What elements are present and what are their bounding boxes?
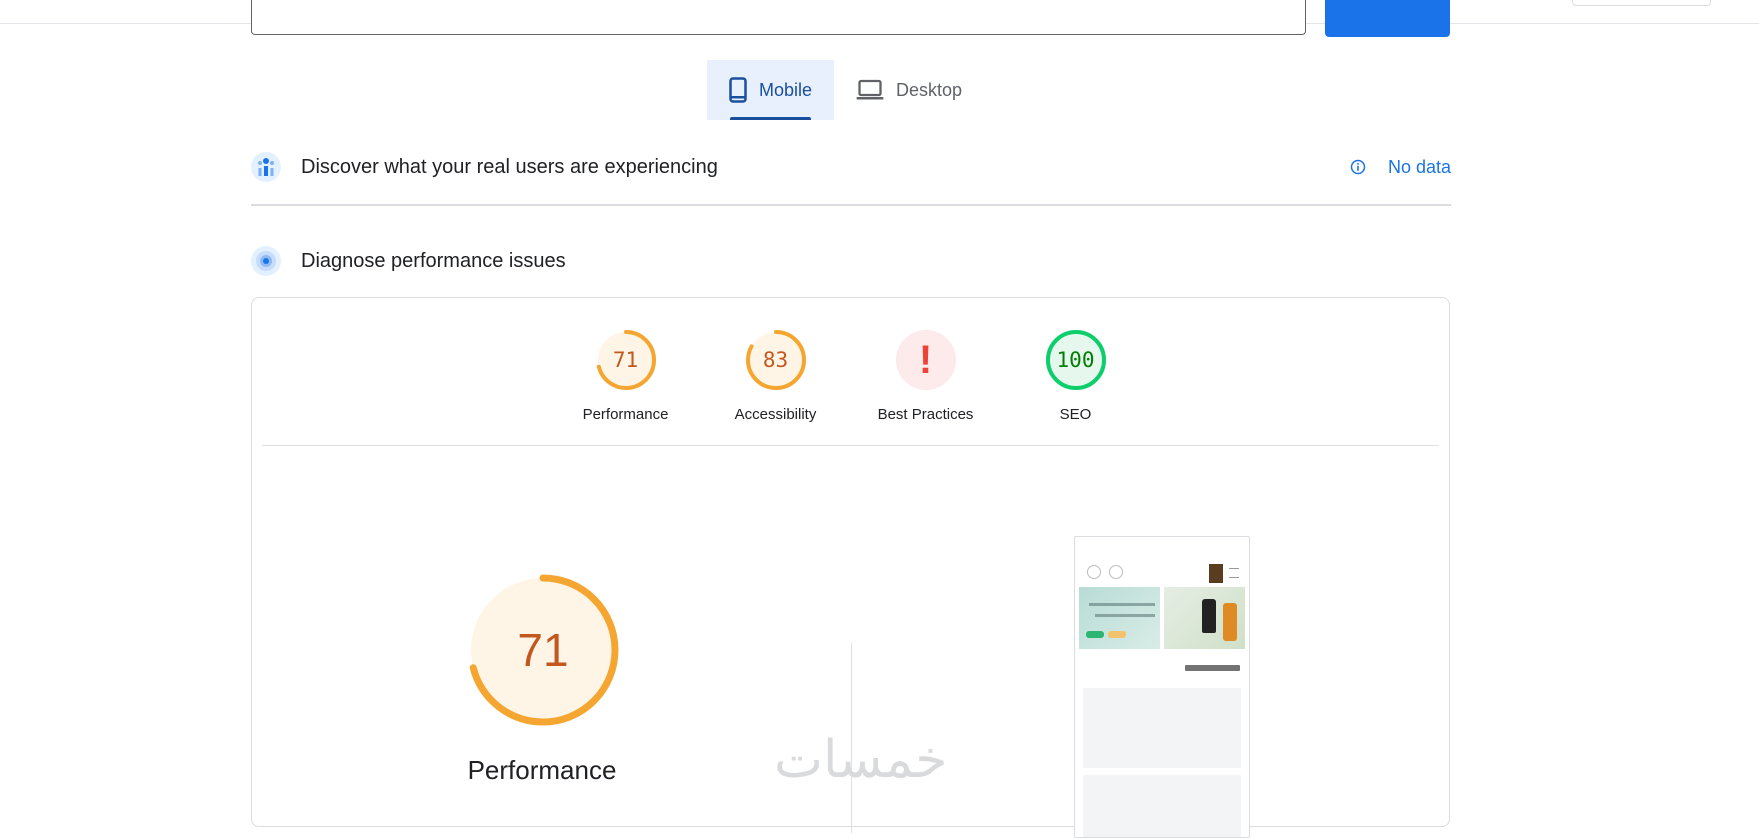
tab-label: Desktop	[896, 79, 963, 100]
banner-pill	[1108, 631, 1126, 638]
gauge-ring: 83	[744, 328, 808, 392]
score-gauges: 71 Performance 83 Accessibility ! Best P…	[252, 328, 1449, 423]
watermark-text: خمسات	[774, 730, 948, 790]
screenshot-banner	[1079, 587, 1160, 649]
main-score-value: 71	[517, 624, 569, 676]
banner-text-line	[1095, 614, 1155, 617]
gauge-ring: 71	[594, 328, 658, 392]
info-icon	[1350, 159, 1366, 175]
analyze-button[interactable]	[1325, 0, 1450, 37]
lab-data-title: Diagnose performance issues	[301, 249, 566, 272]
gauge-value: 83	[762, 348, 789, 372]
device-tabs: Mobile Desktop	[707, 60, 984, 120]
tab-label: Mobile	[759, 79, 813, 100]
top-right-button[interactable]	[1572, 0, 1711, 6]
eye-icon	[1109, 565, 1123, 579]
section-divider	[251, 204, 1451, 206]
gauge-label: Best Practices	[877, 406, 974, 423]
error-icon: !	[918, 337, 933, 382]
tab-desktop[interactable]: Desktop	[834, 60, 984, 120]
screenshot-heading	[1185, 665, 1240, 671]
banner-text-line	[1089, 603, 1155, 606]
site-logo	[1209, 564, 1223, 583]
field-data-header[interactable]: Discover what your real users are experi…	[251, 152, 1451, 182]
gauge-label: SEO	[1059, 406, 1092, 423]
screenshot-header-icons	[1087, 565, 1131, 579]
target-icon	[251, 246, 281, 276]
lab-data-header: Diagnose performance issues	[251, 246, 1451, 276]
smartphone-icon	[729, 77, 747, 103]
menu-icon	[1229, 568, 1239, 578]
gauge-label: Performance	[582, 406, 669, 423]
screenshot-placeholder	[1083, 688, 1241, 768]
gauge-ring: !	[894, 328, 958, 392]
laptop-icon	[856, 79, 884, 100]
tab-mobile[interactable]: Mobile	[707, 60, 835, 120]
gauge-performance[interactable]: 71 Performance	[551, 328, 701, 423]
field-data-title: Discover what your real users are experi…	[301, 155, 718, 178]
lock-icon	[1087, 565, 1101, 579]
top-bar	[0, 0, 1759, 37]
gauge-label: Accessibility	[734, 406, 817, 423]
report-card: 71 Performance 83 Accessibility ! Best P…	[251, 297, 1450, 838]
url-input[interactable]	[251, 0, 1306, 35]
product-bottle	[1202, 599, 1216, 633]
gauge-accessibility[interactable]: 83 Accessibility	[701, 328, 851, 423]
main-performance-gauge: 71	[465, 572, 621, 728]
no-data-status[interactable]: No data	[1350, 152, 1451, 182]
gauge-seo[interactable]: 100 SEO	[1001, 328, 1151, 423]
banner-pill	[1086, 631, 1104, 638]
card-divider	[262, 445, 1439, 446]
main-score-label: Performance	[467, 755, 617, 785]
no-data-label: No data	[1387, 156, 1451, 177]
gauge-ring: 100	[1044, 328, 1108, 392]
final-screenshot	[1074, 536, 1250, 838]
users-chart-icon	[251, 152, 281, 182]
gauge-value: 71	[612, 348, 639, 372]
gauge-value: 100	[1056, 348, 1095, 372]
product-bottle	[1223, 603, 1237, 641]
screenshot-placeholder	[1083, 775, 1241, 837]
gauge-best-practices[interactable]: ! Best Practices	[851, 328, 1001, 423]
